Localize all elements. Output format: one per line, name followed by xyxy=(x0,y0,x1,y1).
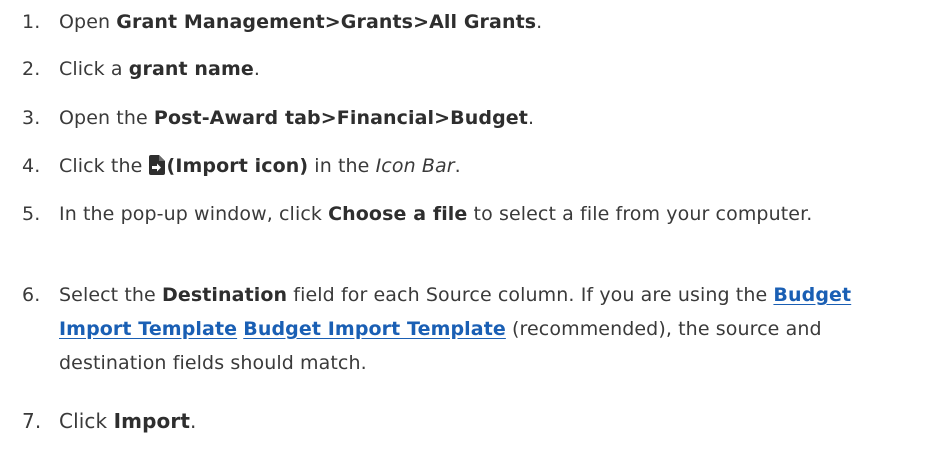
step-text: Open Grant Management>Grants>All Grants. xyxy=(59,5,930,39)
emphasis-text: Import xyxy=(113,409,190,433)
step-number: 5. xyxy=(22,203,41,225)
step-7: 7. Click Import. xyxy=(0,404,930,438)
step-4: 4. Click the (Import icon) in the Icon B… xyxy=(0,149,930,183)
step-text: In the pop-up window, click Choose a fil… xyxy=(59,197,930,231)
step-text-plain: Open xyxy=(59,11,117,33)
step-text-plain: Open the xyxy=(59,107,154,129)
step-3: 3. Open the Post-Award tab>Financial>Bud… xyxy=(0,101,930,135)
step-text: Open the Post-Award tab>Financial>Budget… xyxy=(59,101,930,135)
step-text-plain: . xyxy=(527,107,535,129)
step-text-plain: Click a xyxy=(59,58,129,80)
emphasis-text: grant name xyxy=(128,58,254,80)
step-text: Click Import. xyxy=(59,404,930,438)
step-text-plain: to select a file from your computer. xyxy=(467,203,813,225)
step-text: Click a grant name. xyxy=(59,52,930,86)
step-number: 2. xyxy=(22,58,41,80)
step-number: 1. xyxy=(22,11,41,33)
step-text-plain: Select the xyxy=(59,284,162,306)
step-text-plain: . xyxy=(253,58,260,80)
step-text-plain: . xyxy=(454,155,461,177)
step-5: 5. In the pop-up window, click Choose a … xyxy=(0,197,930,231)
step-text-plain: Click the xyxy=(59,155,149,177)
menu-path: Post-Award tab>Financial>Budget xyxy=(153,107,528,129)
step-text-plain: Click xyxy=(59,409,114,433)
step-text: Select the Destination field for each So… xyxy=(59,278,930,380)
step-2: 2. Click a grant name. xyxy=(0,52,930,86)
menu-path: Grant Management>Grants>All Grants xyxy=(116,11,537,33)
budget-import-template-link[interactable]: Budget Import Template xyxy=(243,318,506,340)
step-text-plain: . xyxy=(190,409,197,433)
emphasis-text: Choose a file xyxy=(328,203,468,225)
step-number: 4. xyxy=(22,155,41,177)
step-text-plain: in the xyxy=(308,155,376,177)
import-file-icon xyxy=(148,155,165,175)
step-6: 6. Select the Destination field for each… xyxy=(0,278,930,380)
step-text-plain: field for each Source column. If you are… xyxy=(287,284,774,306)
step-number: 3. xyxy=(22,107,41,129)
step-number: 7. xyxy=(22,409,42,433)
emphasis-text: Destination xyxy=(161,284,288,306)
step-text: Click the (Import icon) in the Icon Bar. xyxy=(59,149,930,183)
step-text-plain: . xyxy=(536,11,543,33)
step-text-plain: In the pop-up window, click xyxy=(59,203,329,225)
step-1: 1. Open Grant Management>Grants>All Gran… xyxy=(0,5,930,39)
step-number: 6. xyxy=(22,284,41,306)
italic-term: Icon Bar xyxy=(375,155,455,177)
emphasis-text: (Import icon) xyxy=(166,155,309,177)
